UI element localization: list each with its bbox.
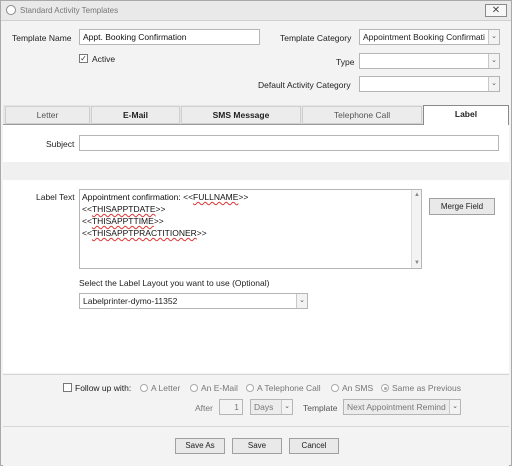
template-name-field[interactable]: Appt. Booking Confirmation xyxy=(79,29,260,45)
follow-up-telephone-label: A Telephone Call xyxy=(257,383,321,393)
tab-telephone-call[interactable]: Telephone Call xyxy=(302,106,422,124)
chevron-down-icon[interactable]: ⌄ xyxy=(488,77,499,91)
follow-up-sms-radio[interactable] xyxy=(331,384,339,392)
label-layout-dropdown[interactable]: Labelprinter-dymo-11352 ⌄ xyxy=(79,293,308,309)
follow-up-template-value: Next Appointment Remind xyxy=(347,402,446,412)
after-count-field[interactable]: 1 xyxy=(219,399,243,415)
panel-separator-band xyxy=(3,162,509,180)
active-checkbox[interactable]: ✓ xyxy=(79,54,88,63)
check-mark-icon: ✓ xyxy=(80,54,87,63)
title-bar: Standard Activity Templates ✕ xyxy=(1,1,511,21)
scroll-up-icon[interactable]: ▲ xyxy=(412,190,422,200)
template-category-label: Template Category xyxy=(280,33,352,43)
scroll-down-icon[interactable]: ▼ xyxy=(412,258,422,268)
chevron-down-icon[interactable]: ⌄ xyxy=(449,400,460,414)
label-layout-prompt: Select the Label Layout you want to use … xyxy=(79,278,270,288)
label-layout-value: Labelprinter-dymo-11352 xyxy=(83,296,178,306)
label-text-scrollbar[interactable]: ▲ ▼ xyxy=(411,190,421,268)
after-label: After xyxy=(195,403,213,413)
follow-up-letter-radio[interactable] xyxy=(140,384,148,392)
default-activity-category-label: Default Activity Category xyxy=(258,80,351,90)
follow-up-same-as-previous-radio[interactable] xyxy=(381,384,389,392)
tab-strip: Letter E-Mail SMS Message Telephone Call… xyxy=(3,105,509,125)
window-title: Standard Activity Templates xyxy=(20,6,119,15)
after-unit-dropdown[interactable]: Days ⌄ xyxy=(250,399,293,415)
follow-up-sms-label: An SMS xyxy=(342,383,374,393)
follow-up-template-dropdown[interactable]: Next Appointment Remind ⌄ xyxy=(343,399,461,415)
follow-up-same-as-previous-label: Same as Previous xyxy=(392,383,461,393)
tab-label[interactable]: Label xyxy=(423,105,509,125)
follow-up-telephone-radio[interactable] xyxy=(246,384,254,392)
label-text-label: Label Text xyxy=(36,192,75,202)
follow-up-letter-label: A Letter xyxy=(151,383,181,393)
chevron-down-icon[interactable]: ⌄ xyxy=(488,54,499,68)
tab-letter[interactable]: Letter xyxy=(5,106,90,124)
type-dropdown[interactable]: ⌄ xyxy=(359,53,500,69)
type-label: Type xyxy=(336,57,355,67)
default-activity-category-dropdown[interactable]: ⌄ xyxy=(359,76,500,92)
follow-up-checkbox[interactable] xyxy=(63,383,72,392)
divider xyxy=(3,426,509,427)
close-button[interactable]: ✕ xyxy=(485,4,507,17)
label-text-area[interactable]: Appointment confirmation: <<FULLNAME>> <… xyxy=(79,189,422,269)
label-text-line: <<THISAPPTPRACTITIONER>> xyxy=(82,228,207,238)
subject-label: Subject xyxy=(46,139,75,149)
label-text-line: <<THISAPPTDATE>> xyxy=(82,204,166,214)
label-text-line: Appointment confirmation: <<FULLNAME>> xyxy=(82,192,249,202)
template-category-dropdown[interactable]: Appointment Booking Confirmati ⌄ xyxy=(359,29,500,45)
tab-email[interactable]: E-Mail xyxy=(91,106,180,124)
merge-field-button[interactable]: Merge Field xyxy=(429,198,495,215)
follow-up-email-radio[interactable] xyxy=(190,384,198,392)
follow-up-label: Follow up with: xyxy=(75,383,132,393)
chevron-down-icon[interactable]: ⌄ xyxy=(296,294,307,308)
standard-activity-templates-window: Standard Activity Templates ✕ Template N… xyxy=(0,0,512,466)
after-unit-value: Days xyxy=(254,402,274,412)
active-label: Active xyxy=(92,54,116,64)
follow-up-template-label: Template xyxy=(303,403,338,413)
tab-sms-message[interactable]: SMS Message xyxy=(181,106,301,124)
chevron-down-icon[interactable]: ⌄ xyxy=(488,30,499,44)
subject-field[interactable] xyxy=(79,135,499,151)
save-as-button[interactable]: Save As xyxy=(175,438,225,454)
label-text-line: <<THISAPPTTIME>> xyxy=(82,216,164,226)
template-name-label: Template Name xyxy=(12,33,72,43)
follow-up-email-label: An E-Mail xyxy=(201,383,238,393)
divider xyxy=(3,374,509,375)
save-button[interactable]: Save xyxy=(232,438,282,454)
app-icon xyxy=(6,5,16,15)
chevron-down-icon[interactable]: ⌄ xyxy=(281,400,292,414)
cancel-button[interactable]: Cancel xyxy=(289,438,339,454)
template-category-value: Appointment Booking Confirmati xyxy=(363,32,485,42)
